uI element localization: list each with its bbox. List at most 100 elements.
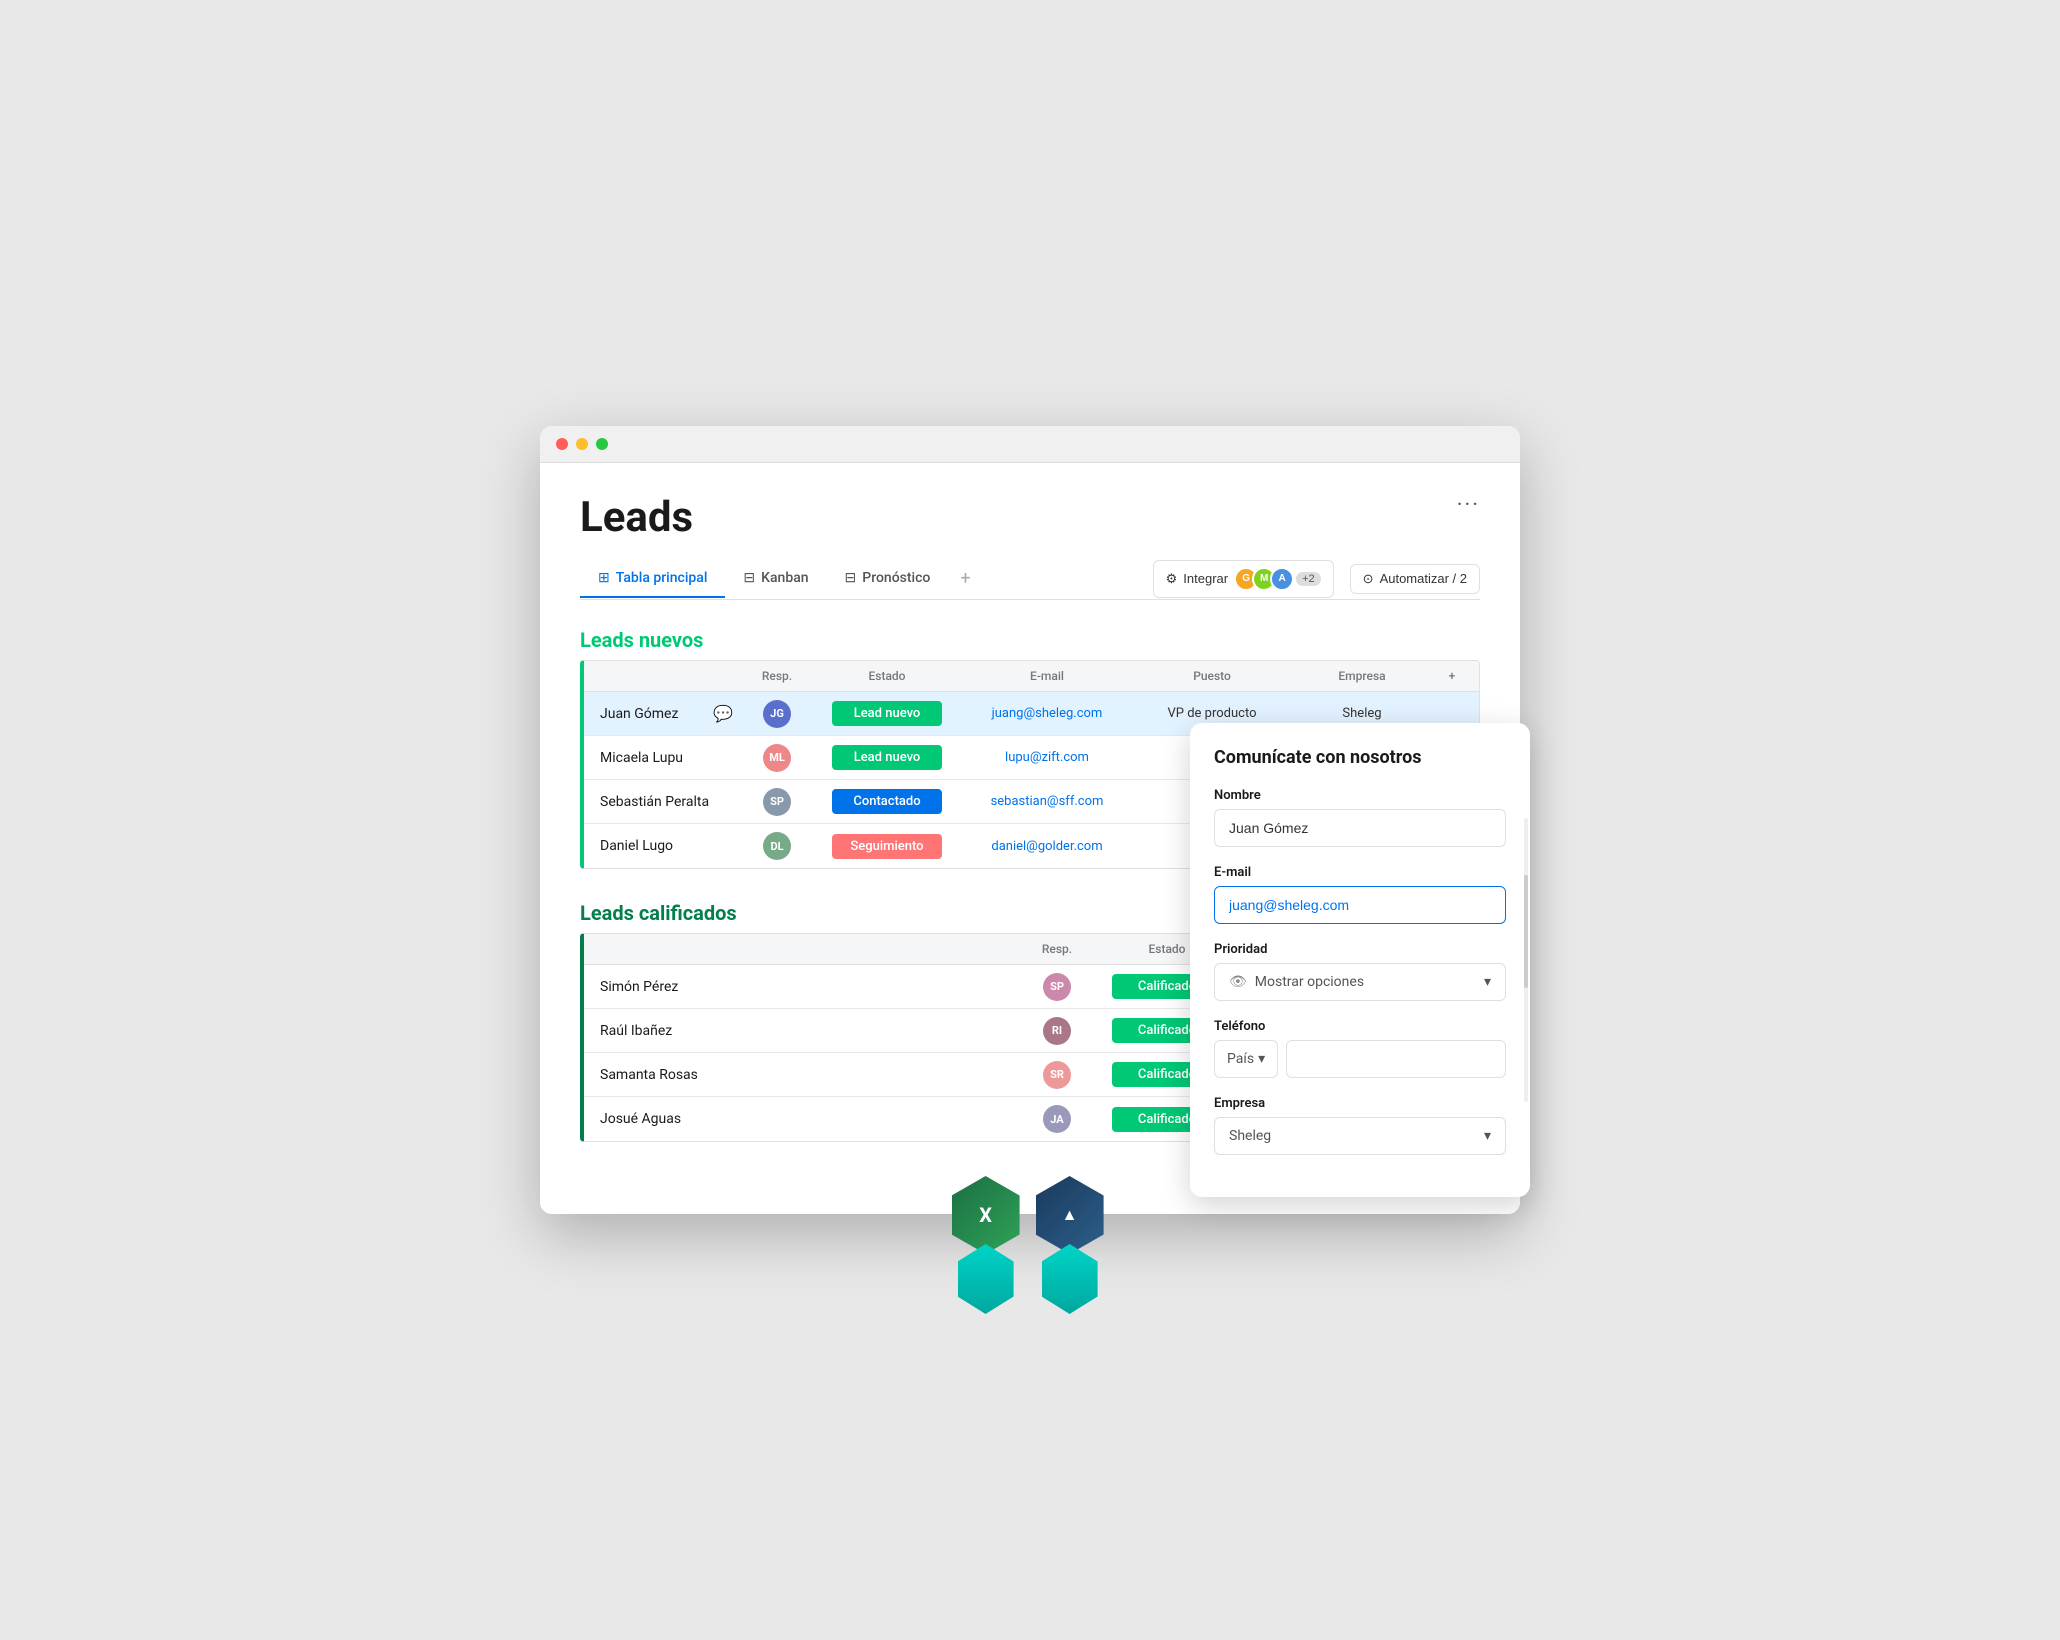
email-link[interactable]: lupu@zift.com <box>1005 750 1089 765</box>
email-link[interactable]: juang@sheleg.com <box>992 706 1103 721</box>
chat-icon[interactable]: 💬 <box>713 704 733 723</box>
person-name: Daniel Lugo <box>600 838 673 854</box>
email-link[interactable]: daniel@golder.com <box>991 839 1102 854</box>
col-qresp-header: Resp. <box>1017 942 1097 956</box>
chevron-down-icon: ▾ <box>1484 974 1491 990</box>
status-badge: Lead nuevo <box>832 745 942 770</box>
avatar: SP <box>1043 973 1071 1001</box>
tab-tabla-principal[interactable]: ⊞ Tabla principal <box>580 560 725 598</box>
avatar: JA <box>1043 1105 1071 1133</box>
tabs-right: ⚙ Integrar G M A +2 ⊙ Automatizar / 2 <box>1153 560 1480 598</box>
floating-icons: X ▲ <box>952 1136 1104 1314</box>
empresa-select[interactable]: Sheleg ▾ <box>1214 1117 1506 1155</box>
avatar: RI <box>1043 1017 1071 1045</box>
excel-envelope-shape <box>958 1244 1014 1314</box>
field-group-name: Nombre <box>1214 788 1506 847</box>
field-group-phone: Teléfono País ▾ <box>1214 1019 1506 1078</box>
priority-field-label: Prioridad <box>1214 942 1506 957</box>
app-content: Leads ··· ⊞ Tabla principal ⊟ Kanban ⊟ P… <box>540 463 1520 1214</box>
cell-resp: SP <box>737 784 817 820</box>
col-puesto-header: Puesto <box>1137 669 1287 683</box>
phone-row: País ▾ <box>1214 1040 1506 1078</box>
col-add-header[interactable]: + <box>1437 669 1467 683</box>
cell-status[interactable]: Lead nuevo <box>817 741 957 774</box>
field-group-priority: Prioridad 👁 Mostrar opciones ▾ <box>1214 942 1506 1001</box>
avatar: SR <box>1043 1061 1071 1089</box>
scrollbar-thumb[interactable] <box>1524 875 1528 989</box>
automate-button[interactable]: ⊙ Automatizar / 2 <box>1350 564 1480 594</box>
country-chevron-icon: ▾ <box>1258 1051 1265 1067</box>
col-estado-header: Estado <box>817 669 957 683</box>
cell-resp: DL <box>737 828 817 864</box>
tab-tabla-label: Tabla principal <box>616 570 708 586</box>
monday-hex-shape: ▲ <box>1036 1176 1104 1254</box>
cell-resp: RI <box>1017 1013 1097 1049</box>
tabla-icon: ⊞ <box>598 570 610 586</box>
cell-resp: SR <box>1017 1057 1097 1093</box>
excel-float: X <box>952 1176 1020 1314</box>
cell-name: Raúl Ibañez <box>596 1019 1017 1043</box>
cell-status[interactable]: Lead nuevo <box>817 697 957 730</box>
avatar: ML <box>763 744 791 772</box>
cell-name: Simón Pérez <box>596 975 1017 999</box>
side-panel: Comunícate con nosotros Nombre E-mail Pr… <box>1190 723 1530 1197</box>
avatar-initials: SR <box>1050 1068 1064 1081</box>
avatar-count: +2 <box>1296 572 1321 586</box>
browser-window: Leads ··· ⊞ Tabla principal ⊟ Kanban ⊟ P… <box>540 426 1520 1214</box>
avatar-initials: SP <box>770 795 784 808</box>
empresa-chevron-icon: ▾ <box>1484 1128 1491 1144</box>
person-name: Sebastián Peralta <box>600 794 709 810</box>
avatar-initials: JA <box>1050 1113 1063 1126</box>
country-select[interactable]: País ▾ <box>1214 1040 1278 1078</box>
cell-status[interactable]: Contactado <box>817 785 957 818</box>
cell-name: Daniel Lugo <box>596 834 737 858</box>
cell-resp: ML <box>737 740 817 776</box>
empresa-text: Sheleg <box>1342 706 1381 721</box>
avatar: DL <box>763 832 791 860</box>
person-name: Simón Pérez <box>600 979 678 995</box>
integrate-button[interactable]: ⚙ Integrar G M A +2 <box>1153 560 1334 598</box>
cell-email: juang@sheleg.com <box>957 702 1137 725</box>
pronostico-icon: ⊟ <box>845 570 857 586</box>
tabs-left: ⊞ Tabla principal ⊟ Kanban ⊟ Pronóstico … <box>580 558 983 599</box>
person-name: Samanta Rosas <box>600 1067 698 1083</box>
integrate-label: Integrar <box>1183 571 1228 586</box>
tab-kanban[interactable]: ⊟ Kanban <box>725 560 826 598</box>
cell-name: Sebastián Peralta <box>596 790 737 814</box>
person-name: Raúl Ibañez <box>600 1023 672 1039</box>
cell-name: Samanta Rosas <box>596 1063 1017 1087</box>
tab-add-button[interactable]: + <box>948 558 982 599</box>
kanban-icon: ⊟ <box>743 570 755 586</box>
cell-resp: JA <box>1017 1101 1097 1137</box>
more-menu-button[interactable]: ··· <box>1457 493 1480 518</box>
tab-pronostico[interactable]: ⊟ Pronóstico <box>827 560 949 598</box>
cell-resp: JG <box>737 696 817 732</box>
cell-status[interactable]: Seguimiento <box>817 830 957 863</box>
person-name: Juan Gómez <box>600 706 678 722</box>
eye-icon: 👁 <box>1229 974 1247 990</box>
page-title: Leads <box>580 493 1480 542</box>
excel-icon: X <box>979 1203 992 1227</box>
avatar-initials: ML <box>769 751 785 764</box>
cell-email: daniel@golder.com <box>957 835 1137 858</box>
avatar-group: G M A +2 <box>1234 567 1321 591</box>
priority-select[interactable]: 👁 Mostrar opciones ▾ <box>1214 963 1506 1001</box>
new-leads-table-header: Resp. Estado E-mail Puesto Empresa + <box>584 661 1479 692</box>
field-group-empresa: Empresa Sheleg ▾ <box>1214 1096 1506 1155</box>
cell-email: sebastian@sff.com <box>957 790 1137 813</box>
traffic-light-green[interactable] <box>596 438 608 450</box>
phone-input[interactable] <box>1286 1040 1506 1078</box>
scrollbar-track <box>1524 818 1528 1102</box>
status-badge: Contactado <box>832 789 942 814</box>
automate-label: Automatizar / 2 <box>1380 571 1467 586</box>
monday-icon: ▲ <box>1062 1205 1078 1225</box>
email-link[interactable]: sebastian@sff.com <box>991 794 1104 809</box>
traffic-light-yellow[interactable] <box>576 438 588 450</box>
avatar-3: A <box>1270 567 1294 591</box>
name-field-input[interactable] <box>1214 809 1506 847</box>
traffic-light-red[interactable] <box>556 438 568 450</box>
status-badge: Seguimiento <box>832 834 942 859</box>
email-field-input[interactable] <box>1214 886 1506 924</box>
cell-resp: SP <box>1017 969 1097 1005</box>
group-qualified-title: Leads calificados <box>580 901 737 925</box>
